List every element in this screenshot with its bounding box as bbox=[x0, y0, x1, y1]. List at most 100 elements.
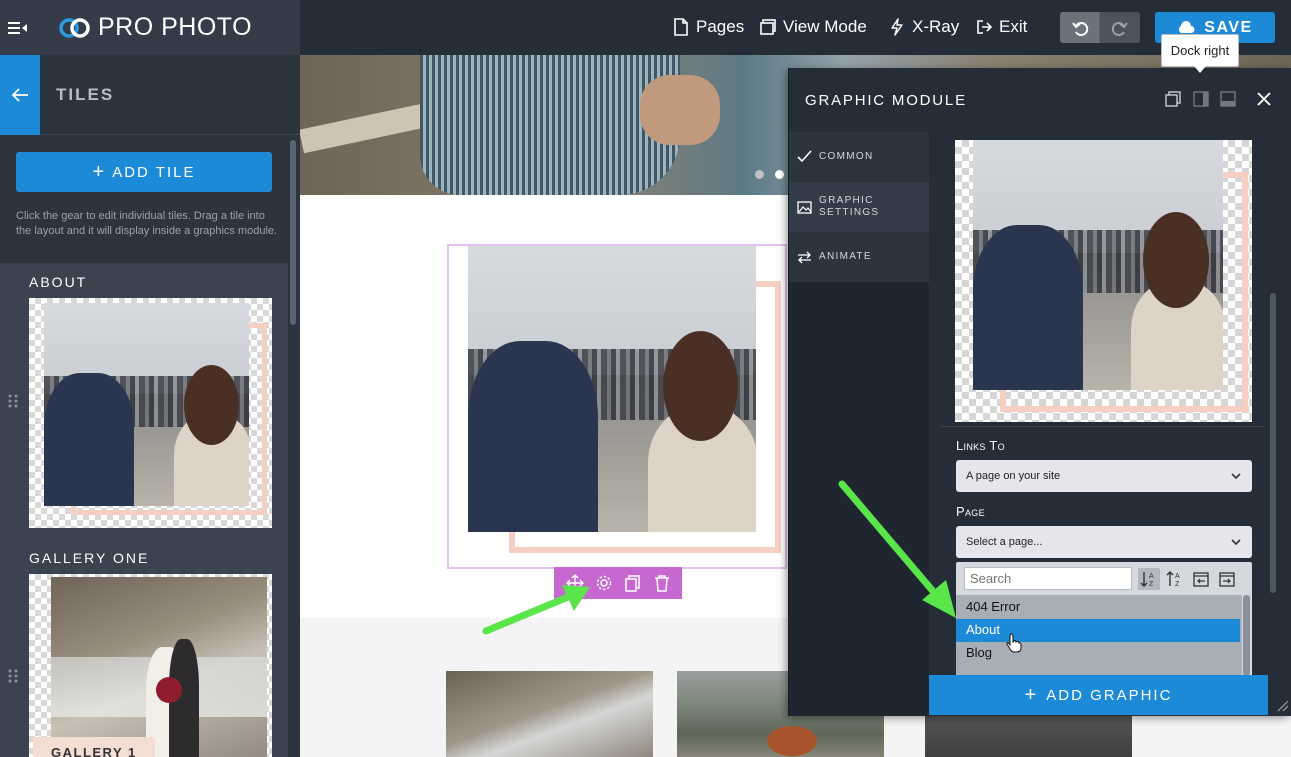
nav-view-mode[interactable]: View Mode bbox=[760, 17, 867, 37]
chevron-down-icon bbox=[1231, 539, 1241, 546]
exit-icon bbox=[977, 20, 992, 34]
page-dropdown: AZ AZ 404 Error About Blog bbox=[956, 562, 1252, 676]
sort-date-desc-button[interactable] bbox=[1216, 568, 1238, 590]
redo-button[interactable] bbox=[1100, 12, 1140, 43]
page-search-input[interactable] bbox=[964, 567, 1132, 590]
sort-za-icon: AZ bbox=[1166, 571, 1180, 588]
hand-cursor-icon bbox=[1006, 633, 1022, 653]
tab-animate-label: ANIMATE bbox=[819, 251, 872, 262]
cloud-upload-icon bbox=[1179, 20, 1195, 33]
add-tile-label: ADD TILE bbox=[112, 163, 196, 181]
sidebar-help-text: Click the gear to edit individual tiles.… bbox=[16, 210, 278, 237]
nav-xray-label: X-Ray bbox=[912, 17, 960, 36]
svg-text:Z: Z bbox=[1149, 581, 1154, 588]
history-controls bbox=[1060, 12, 1140, 43]
svg-text:A: A bbox=[1149, 573, 1154, 580]
tab-graphic-settings[interactable]: GRAPHIC SETTINGS bbox=[789, 182, 929, 233]
top-bar: PRO PHOTO Pages View Mode X-Ray Exit SAV… bbox=[0, 0, 1291, 55]
back-button[interactable] bbox=[0, 55, 40, 135]
add-graphic-button[interactable]: + ADD GRAPHIC bbox=[929, 675, 1268, 715]
slide-dot[interactable] bbox=[755, 170, 764, 179]
trash-icon[interactable] bbox=[653, 574, 671, 592]
tab-common-label: COMMON bbox=[819, 150, 874, 162]
links-to-value: A page on your site bbox=[966, 470, 1061, 482]
panel-scrollbar[interactable] bbox=[1270, 293, 1276, 593]
hero-photo-detail bbox=[640, 75, 720, 145]
logo-icon bbox=[59, 18, 90, 38]
nav-xray[interactable]: X-Ray bbox=[889, 17, 959, 37]
sidebar-title: TILES bbox=[56, 85, 115, 104]
drag-handle-icon[interactable] bbox=[7, 393, 19, 409]
gear-icon[interactable] bbox=[595, 574, 613, 592]
dock-right-icon[interactable] bbox=[1192, 90, 1210, 108]
tab-common[interactable]: COMMON bbox=[789, 132, 929, 182]
slide-dot-active[interactable] bbox=[775, 170, 784, 179]
graphic-module-photo[interactable] bbox=[468, 246, 756, 532]
nav-exit-label: Exit bbox=[999, 17, 1028, 36]
close-icon[interactable] bbox=[1255, 90, 1273, 108]
page-select[interactable]: Select a page... bbox=[956, 526, 1252, 558]
undo-button[interactable] bbox=[1060, 12, 1099, 43]
copy-icon[interactable] bbox=[624, 574, 642, 592]
tile-caption: GALLERY 1 bbox=[33, 737, 155, 757]
sidebar-scrollbar[interactable] bbox=[290, 140, 296, 325]
tiles-sidebar: TILES + ADD TILE Click the gear to edit … bbox=[0, 55, 300, 757]
add-tile-button[interactable]: + ADD TILE bbox=[16, 152, 272, 192]
sidebar-header: TILES bbox=[0, 55, 300, 135]
page-select-value: Select a page... bbox=[966, 536, 1043, 548]
preview-photo bbox=[973, 140, 1223, 390]
sort-az-button[interactable]: AZ bbox=[1138, 568, 1160, 590]
panel-body: Links To A page on your site Page Select… bbox=[929, 132, 1264, 676]
nav-view-mode-label: View Mode bbox=[783, 17, 867, 36]
plus-icon: + bbox=[1024, 684, 1039, 706]
svg-text:Z: Z bbox=[1175, 581, 1180, 588]
calendar-arrow-right-icon bbox=[1219, 572, 1235, 587]
dropdown-scrollbar[interactable] bbox=[1243, 595, 1250, 676]
panel-tabs: COMMON GRAPHIC SETTINGS ANIMATE bbox=[789, 132, 929, 716]
page-option-selected[interactable]: About bbox=[956, 619, 1240, 642]
add-graphic-label: ADD GRAPHIC bbox=[1046, 686, 1173, 704]
nav-pages-label: Pages bbox=[696, 17, 745, 36]
tab-graphic-settings-label: GRAPHIC SETTINGS bbox=[819, 195, 880, 218]
divider bbox=[941, 426, 1264, 427]
tab-animate[interactable]: ANIMATE bbox=[789, 233, 929, 282]
dock-bottom-icon[interactable] bbox=[1219, 90, 1237, 108]
tile-list: ABOUT GALLERY ONE GALLERY 1 bbox=[0, 263, 288, 757]
tooltip-arrow bbox=[1194, 66, 1206, 73]
links-to-select[interactable]: A page on your site bbox=[956, 460, 1252, 492]
svg-text:A: A bbox=[1175, 573, 1180, 580]
tile-about-photo bbox=[44, 303, 249, 506]
undo-icon bbox=[1071, 21, 1088, 36]
window-icon bbox=[760, 19, 776, 35]
page-option-list: 404 Error About Blog bbox=[956, 595, 1242, 676]
page-option[interactable]: Blog bbox=[956, 642, 1240, 665]
gallery-thumb[interactable] bbox=[446, 671, 653, 757]
panel-title: GRAPHIC MODULE bbox=[805, 92, 967, 109]
check-icon bbox=[797, 150, 812, 163]
resize-grip-icon[interactable] bbox=[1275, 698, 1289, 712]
annotation-arrow-icon bbox=[838, 480, 956, 618]
page-option[interactable]: 404 Error bbox=[956, 596, 1240, 619]
brand-area: PRO PHOTO bbox=[0, 0, 300, 55]
chevron-down-icon bbox=[1231, 473, 1241, 480]
nav-exit[interactable]: Exit bbox=[976, 17, 1027, 37]
tile-gallery-photo bbox=[51, 577, 267, 757]
image-icon bbox=[797, 200, 812, 214]
arrow-left-icon bbox=[11, 88, 28, 102]
nav-pages[interactable]: Pages bbox=[673, 17, 744, 37]
tile-label-gallery-one: GALLERY ONE bbox=[29, 550, 150, 566]
dock-float-icon[interactable] bbox=[1164, 90, 1182, 108]
graphic-preview bbox=[955, 140, 1252, 422]
menu-icon[interactable] bbox=[8, 18, 28, 38]
sort-az-icon: AZ bbox=[1140, 572, 1154, 588]
tile-about[interactable] bbox=[29, 298, 272, 528]
sort-date-asc-button[interactable] bbox=[1190, 568, 1212, 590]
dock-right-tooltip: Dock right bbox=[1161, 34, 1239, 67]
sort-za-button[interactable]: AZ bbox=[1164, 568, 1186, 590]
calendar-arrow-left-icon bbox=[1193, 572, 1209, 587]
swap-arrows-icon bbox=[798, 251, 811, 263]
drag-handle-icon[interactable] bbox=[7, 668, 19, 684]
page-icon bbox=[674, 18, 688, 36]
links-to-label: Links To bbox=[956, 438, 1005, 453]
tile-gallery-one[interactable]: GALLERY 1 bbox=[29, 574, 272, 757]
